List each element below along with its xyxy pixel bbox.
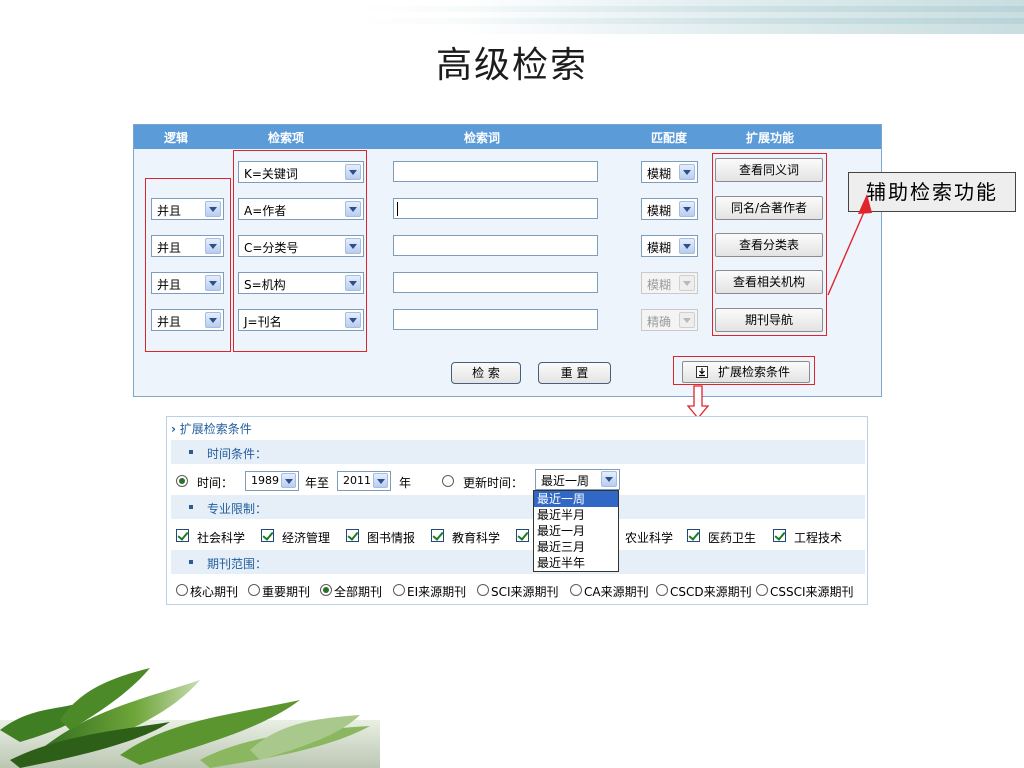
journal-section-label: 期刊范围：: [207, 557, 268, 571]
extended-title-label: 扩展检索条件: [179, 422, 252, 436]
journal-radio[interactable]: [656, 584, 668, 596]
time-section-label: 时间条件：: [207, 447, 268, 461]
extended-search-panel: › 扩展检索条件 时间条件： 时间： 1989 年至 2011 年 更新时间： …: [166, 416, 868, 605]
bullet-icon: [189, 505, 193, 509]
year-from-select[interactable]: 1989: [245, 471, 299, 491]
journal-radio[interactable]: [248, 584, 260, 596]
subject-checkbox[interactable]: [346, 529, 359, 542]
year-to-value: 2011: [343, 474, 371, 487]
chevron-down-icon[interactable]: [373, 473, 388, 488]
journal-label: CSCD来源期刊: [670, 585, 752, 599]
subject-label: 教育科学: [452, 531, 501, 545]
dropdown-option[interactable]: 最近一周: [534, 491, 618, 507]
journal-label: 全部期刊: [334, 585, 383, 599]
journal-label: CSSCI来源期刊: [770, 585, 854, 599]
subject-label: 经济管理: [282, 531, 331, 545]
journal-radio[interactable]: [320, 584, 332, 596]
journal-label: SCI来源期刊: [491, 585, 559, 599]
journal-radio[interactable]: [477, 584, 489, 596]
year-to-separator: 年至: [305, 476, 330, 490]
dropdown-option[interactable]: 最近半年: [534, 555, 618, 571]
update-time-dropdown: 最近一周 最近半月 最近一月 最近三月 最近半年: [533, 490, 619, 572]
journal-radio[interactable]: [570, 584, 582, 596]
journal-radio[interactable]: [756, 584, 768, 596]
subject-label: 医药卫生: [708, 531, 757, 545]
chevron-right-icon: ›: [171, 422, 176, 436]
subject-checkbox[interactable]: [431, 529, 444, 542]
journal-label: 重要期刊: [262, 585, 311, 599]
time-radio[interactable]: [176, 475, 188, 487]
chevron-down-icon[interactable]: [281, 473, 296, 488]
subject-label: 工程技术: [794, 531, 843, 545]
dropdown-option[interactable]: 最近三月: [534, 539, 618, 555]
journal-section-bar: 期刊范围：: [171, 550, 865, 574]
time-label: 时间：: [197, 476, 234, 490]
dropdown-option[interactable]: 最近一月: [534, 523, 618, 539]
chevron-down-icon[interactable]: [601, 471, 617, 487]
journal-radio[interactable]: [393, 584, 405, 596]
subject-label: 图书情报: [367, 531, 416, 545]
subject-label: 农业科学: [625, 531, 674, 545]
journal-label: 核心期刊: [190, 585, 239, 599]
update-time-radio[interactable]: [442, 475, 454, 487]
annotation-arrows: [686, 194, 872, 420]
bullet-icon: [189, 560, 193, 564]
year-suffix: 年: [399, 476, 412, 490]
year-to-select[interactable]: 2011: [337, 471, 391, 491]
subject-label: 社会科学: [197, 531, 246, 545]
subject-section-label: 专业限制：: [207, 502, 268, 516]
leaves-decoration: [0, 668, 380, 768]
time-section-bar: 时间条件：: [171, 440, 865, 464]
subject-checkbox[interactable]: [687, 529, 700, 542]
journal-radio[interactable]: [176, 584, 188, 596]
dropdown-option[interactable]: 最近半月: [534, 507, 618, 523]
subject-checkbox[interactable]: [516, 529, 529, 542]
year-from-value: 1989: [251, 474, 279, 487]
update-time-select[interactable]: 最近一周: [535, 469, 620, 490]
journal-label: CA来源期刊: [584, 585, 649, 599]
update-time-value: 最近一周: [541, 474, 590, 488]
subject-checkbox[interactable]: [773, 529, 786, 542]
subject-checkbox[interactable]: [261, 529, 274, 542]
journal-range-options: 核心期刊 重要期刊 全部期刊 EI来源期刊 SCI来源期刊 CA来源期刊 CSC…: [167, 583, 867, 599]
bullet-icon: [189, 450, 193, 454]
subject-section-bar: 专业限制：: [171, 495, 865, 519]
extended-title: › 扩展检索条件: [171, 420, 252, 437]
update-time-label: 更新时间：: [463, 476, 524, 490]
subject-checkbox[interactable]: [176, 529, 189, 542]
journal-label: EI来源期刊: [407, 585, 467, 599]
